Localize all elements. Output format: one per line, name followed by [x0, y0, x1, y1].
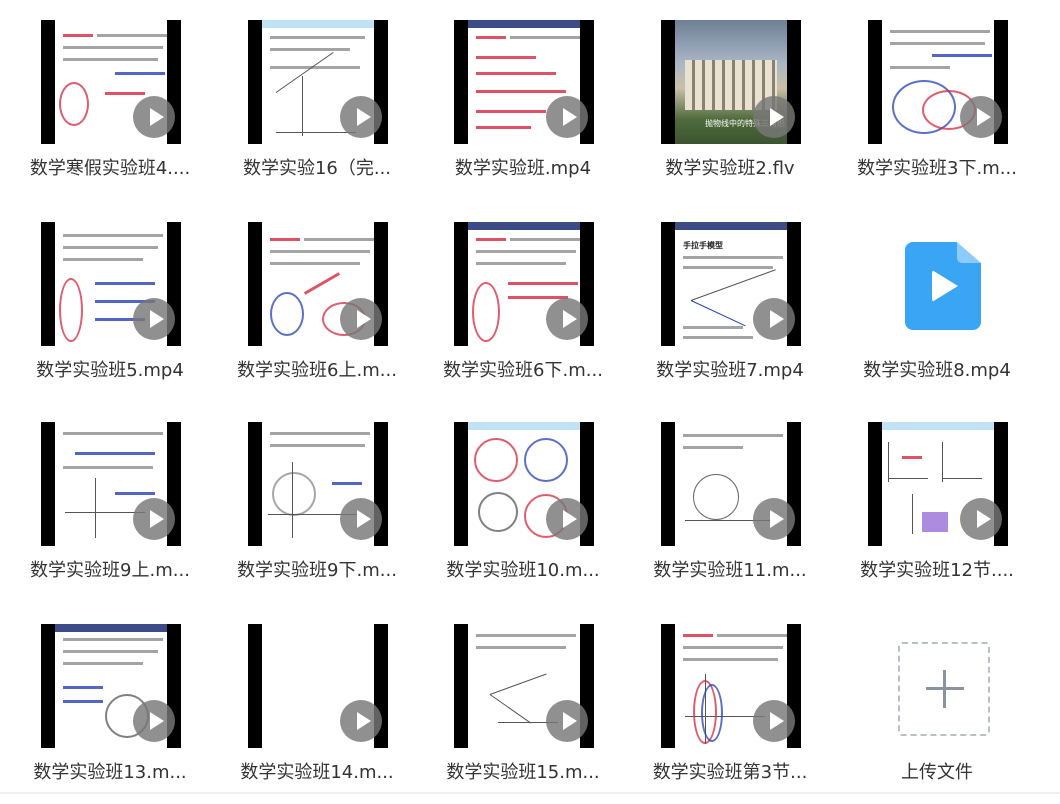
- video-thumbnail[interactable]: [868, 20, 1008, 144]
- file-item[interactable]: 数学实验班11.m...: [645, 422, 815, 602]
- video-thumbnail[interactable]: [454, 222, 594, 346]
- file-item[interactable]: 抛物线中的特殊三角形 数学实验班2.flv: [645, 20, 815, 200]
- file-item[interactable]: 数学实验班10.m...: [438, 422, 608, 602]
- play-icon[interactable]: [546, 298, 588, 340]
- file-name[interactable]: 数学实验班3下.m...: [852, 154, 1022, 180]
- video-thumbnail[interactable]: [41, 222, 181, 346]
- video-thumbnail[interactable]: [248, 222, 388, 346]
- video-thumbnail[interactable]: 手拉手模型: [661, 222, 801, 346]
- video-thumbnail[interactable]: 抛物线中的特殊三角形: [661, 20, 801, 144]
- play-icon[interactable]: [133, 96, 175, 138]
- file-item[interactable]: 数学实验班9下.m...: [232, 422, 402, 602]
- video-thumbnail[interactable]: [41, 624, 181, 748]
- file-name[interactable]: 数学实验班10.m...: [438, 556, 608, 582]
- file-name[interactable]: 数学实验班14.m...: [232, 758, 402, 784]
- video-thumbnail[interactable]: [41, 20, 181, 144]
- play-icon[interactable]: [340, 298, 382, 340]
- play-icon[interactable]: [753, 498, 795, 540]
- video-thumbnail[interactable]: [248, 422, 388, 546]
- video-thumbnail[interactable]: [248, 20, 388, 144]
- file-item[interactable]: 数学实验16（完...: [232, 20, 402, 200]
- video-thumbnail[interactable]: [661, 624, 801, 748]
- file-name[interactable]: 数学实验班第3节...: [645, 758, 815, 784]
- file-name[interactable]: 数学实验班.mp4: [438, 154, 608, 180]
- play-icon[interactable]: [960, 96, 1002, 138]
- play-icon[interactable]: [546, 700, 588, 742]
- video-thumbnail[interactable]: [661, 422, 801, 546]
- file-item[interactable]: 数学实验班15.m...: [438, 624, 608, 804]
- file-grid: 数学寒假实验班4.... 数学实验16（完... 数学实验班.mp4 抛物线中的…: [0, 0, 1060, 802]
- file-name[interactable]: 数学实验班11.m...: [645, 556, 815, 582]
- file-item[interactable]: 数学实验班6上.m...: [232, 222, 402, 402]
- video-file-icon[interactable]: [905, 242, 981, 330]
- play-icon[interactable]: [546, 498, 588, 540]
- play-icon[interactable]: [340, 700, 382, 742]
- play-icon[interactable]: [133, 298, 175, 340]
- divider: [0, 792, 1060, 794]
- plus-icon[interactable]: [898, 642, 990, 736]
- file-item[interactable]: 手拉手模型 数学实验班7.mp4: [645, 222, 815, 402]
- play-icon[interactable]: [753, 700, 795, 742]
- file-name[interactable]: 数学实验班9上.m...: [25, 556, 195, 582]
- video-thumbnail[interactable]: [41, 422, 181, 546]
- file-item[interactable]: 数学实验班5.mp4: [25, 222, 195, 402]
- file-name[interactable]: 数学实验班9下.m...: [232, 556, 402, 582]
- play-icon[interactable]: [753, 96, 795, 138]
- file-item[interactable]: 数学实验班.mp4: [438, 20, 608, 200]
- file-name[interactable]: 数学实验班6上.m...: [232, 356, 402, 382]
- file-name[interactable]: 数学实验班2.flv: [645, 154, 815, 180]
- video-thumbnail[interactable]: [454, 624, 594, 748]
- file-name[interactable]: 数学实验班8.mp4: [852, 356, 1022, 382]
- file-item[interactable]: 数学实验班13.m...: [25, 624, 195, 804]
- play-icon[interactable]: [960, 498, 1002, 540]
- upload-label[interactable]: 上传文件: [852, 758, 1022, 784]
- file-item[interactable]: 数学实验班3下.m...: [852, 20, 1022, 200]
- file-item[interactable]: 数学实验班12节....: [852, 422, 1022, 602]
- file-item[interactable]: 数学实验班第3节...: [645, 624, 815, 804]
- play-icon[interactable]: [340, 498, 382, 540]
- file-name[interactable]: 数学实验班6下.m...: [438, 356, 608, 382]
- play-icon[interactable]: [133, 700, 175, 742]
- slide-title: 手拉手模型: [683, 241, 723, 250]
- file-name[interactable]: 数学实验班15.m...: [438, 758, 608, 784]
- video-thumbnail[interactable]: [868, 422, 1008, 546]
- file-item[interactable]: 数学实验班14.m...: [232, 624, 402, 804]
- video-thumbnail[interactable]: [248, 624, 388, 748]
- video-thumbnail[interactable]: [454, 422, 594, 546]
- play-icon[interactable]: [546, 96, 588, 138]
- video-thumbnail[interactable]: [454, 20, 594, 144]
- file-name[interactable]: 数学实验班12节....: [852, 556, 1022, 582]
- upload-item[interactable]: 上传文件: [852, 624, 1022, 804]
- file-name[interactable]: 数学寒假实验班4....: [25, 154, 195, 180]
- file-item[interactable]: 数学寒假实验班4....: [25, 20, 195, 200]
- file-item[interactable]: 数学实验班8.mp4: [852, 222, 1022, 402]
- file-name[interactable]: 数学实验班7.mp4: [645, 356, 815, 382]
- file-name[interactable]: 数学实验班5.mp4: [25, 356, 195, 382]
- play-icon[interactable]: [133, 498, 175, 540]
- file-name[interactable]: 数学实验16（完...: [232, 154, 402, 180]
- file-item[interactable]: 数学实验班6下.m...: [438, 222, 608, 402]
- file-item[interactable]: 数学实验班9上.m...: [25, 422, 195, 602]
- file-name[interactable]: 数学实验班13.m...: [25, 758, 195, 784]
- play-icon[interactable]: [753, 298, 795, 340]
- play-icon[interactable]: [340, 96, 382, 138]
